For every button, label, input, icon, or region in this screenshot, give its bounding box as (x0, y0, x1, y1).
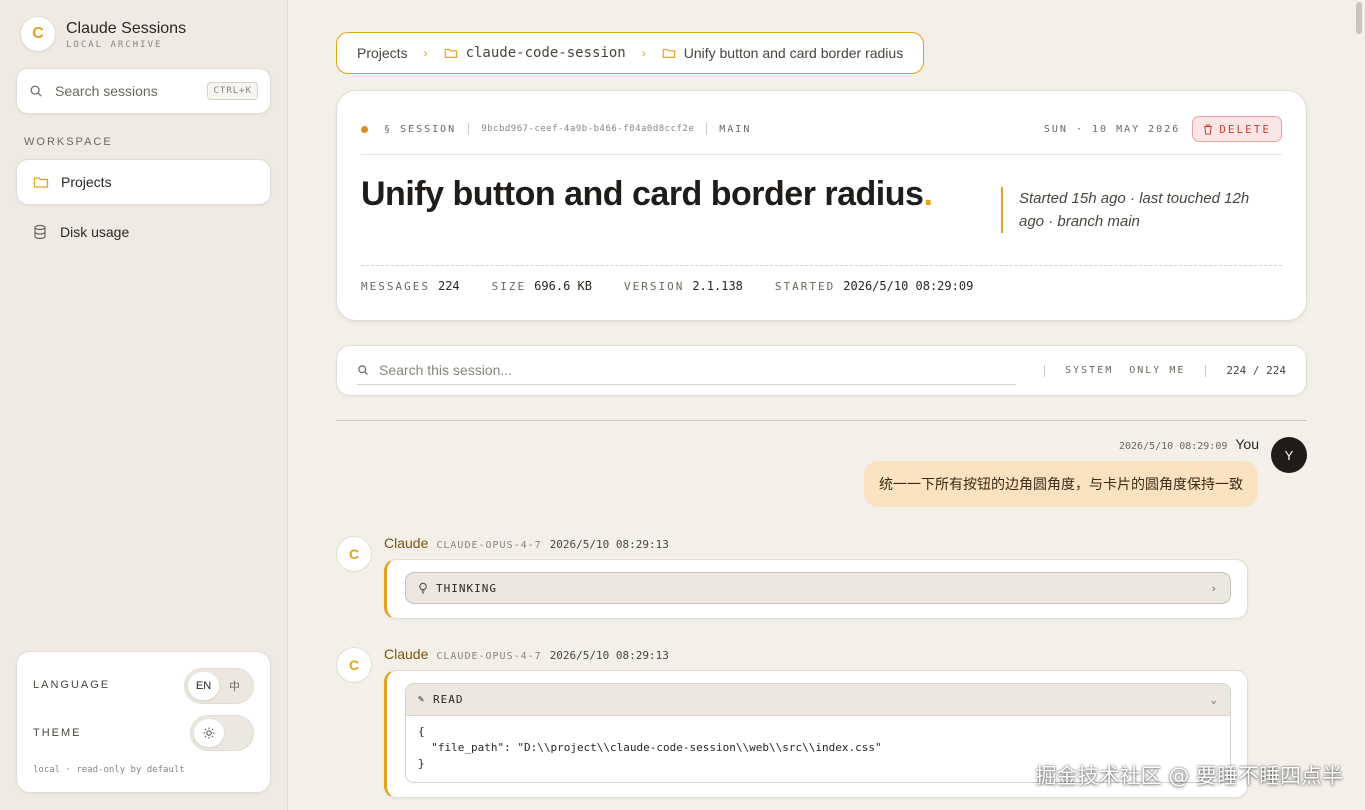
search-icon (30, 85, 42, 97)
sun-icon (194, 719, 224, 747)
theme-label: THEME (33, 727, 82, 739)
stat-size: SIZE 696.6 KB (491, 279, 592, 293)
breadcrumb: Projects › claude-code-session › Unify b… (336, 32, 925, 74)
lang-option-zh[interactable]: 中 (219, 672, 250, 700)
folder-icon (662, 48, 675, 58)
stat-started: STARTED 2026/5/10 08:29:09 (774, 279, 974, 293)
logo-icon: C (20, 16, 56, 52)
breadcrumb-project[interactable]: claude-code-session (466, 45, 626, 61)
user-message-header: 2026/5/10 08:29:09 You (1119, 436, 1259, 452)
chevron-down-icon: ⌄ (1210, 693, 1218, 706)
sidebar-item-label: Disk usage (60, 224, 130, 240)
stat-version: VERSION 2.1.138 (623, 279, 743, 293)
branch-name: MAIN (719, 123, 752, 135)
message-author: You (1235, 436, 1259, 452)
breadcrumb-root[interactable]: Projects (357, 45, 408, 61)
user-message-bubble: 统一一下所有按钮的边角圆角度，与卡片的圆角度保持一致 (864, 461, 1258, 507)
session-title-text: Unify button and card border radius (361, 175, 924, 213)
lang-option-en[interactable]: EN (188, 672, 219, 700)
model-name: CLAUDE-OPUS-4-7 (436, 540, 542, 551)
delete-button[interactable]: DELETE (1192, 116, 1282, 142)
session-aside: Started 15h ago · last touched 12h ago ·… (1001, 187, 1261, 233)
thinking-toggle[interactable]: THINKING › (405, 572, 1231, 604)
session-search-placeholder: Search this session... (379, 362, 513, 378)
watermark: 掘金技术社区 @ 要睡不睡四点半 (1035, 764, 1343, 788)
message-author: Claude (384, 646, 429, 662)
claude-avatar-icon: C (336, 536, 372, 572)
model-name: CLAUDE-OPUS-4-7 (436, 651, 542, 662)
chevron-right-icon: › (1210, 581, 1218, 595)
session-id: 9bcbd967-ceef-4a9b-b466-f04a0d8ccf2e (481, 124, 695, 134)
session-meta: § SESSION 9bcbd967-ceef-4a9b-b466-f04a0d… (361, 115, 1282, 143)
read-toggle[interactable]: ✎ READ ⌄ (406, 684, 1230, 716)
sidebar-item-label: Projects (61, 174, 112, 190)
chevron-right-icon: › (423, 46, 428, 60)
status-dot (361, 125, 368, 133)
session-title: Unify button and card border radius. (361, 175, 933, 214)
database-icon (34, 224, 46, 240)
chevron-right-icon: › (641, 46, 646, 60)
language-label: LANGUAGE (33, 679, 111, 691)
settings-panel: LANGUAGE EN 中 THEME local · read-only by… (16, 651, 271, 793)
session-header-card: § SESSION 9bcbd967-ceef-4a9b-b466-f04a0d… (336, 90, 1307, 321)
tool-icon: ✎ (418, 694, 426, 705)
block-label: THINKING (436, 581, 497, 595)
message-timestamp: 2026/5/10 08:29:13 (549, 538, 669, 551)
filter-only-me[interactable]: ONLY ME (1129, 365, 1185, 376)
shortcut-badge: CTRL+K (207, 82, 258, 100)
search-icon (358, 365, 368, 375)
scrollbar[interactable] (1356, 0, 1363, 810)
brand: C Claude Sessions LOCAL ARCHIVE (20, 16, 186, 52)
session-badge: § SESSION (384, 123, 457, 135)
stat-messages: MESSAGES 224 (361, 279, 460, 293)
folder-icon (33, 177, 49, 188)
theme-toggle[interactable] (190, 715, 254, 751)
title-accent: . (923, 175, 933, 213)
block-label: READ (433, 693, 464, 706)
app-title: Claude Sessions (66, 19, 187, 37)
session-search-input[interactable]: Search this session... (357, 357, 1017, 385)
breadcrumb-session: Unify button and card border radius (683, 45, 904, 61)
assistant-message-card: THINKING › (384, 559, 1248, 619)
assistant-message-header: Claude CLAUDE-OPUS-4-7 2026/5/10 08:29:1… (384, 535, 669, 551)
app-subtitle: LOCAL ARCHIVE (66, 39, 163, 50)
filter-system[interactable]: SYSTEM (1065, 365, 1113, 376)
sidebar-item-disk-usage[interactable]: Disk usage (16, 209, 271, 255)
avatar: Y (1271, 437, 1307, 473)
lightbulb-icon (419, 582, 427, 594)
delete-label: DELETE (1219, 122, 1271, 136)
sidebar-item-projects[interactable]: Projects (16, 159, 271, 205)
sidebar-search-input[interactable]: Search sessions CTRL+K (16, 68, 271, 114)
folder-icon (444, 48, 457, 58)
message-timestamp: 2026/5/10 08:29:13 (549, 649, 669, 662)
message-timestamp: 2026/5/10 08:29:09 (1119, 441, 1228, 452)
settings-footer: local · read-only by default (33, 765, 185, 775)
claude-avatar-icon: C (336, 647, 372, 683)
assistant-message-header: Claude CLAUDE-OPUS-4-7 2026/5/10 08:29:1… (384, 646, 669, 662)
message-author: Claude (384, 535, 429, 551)
sidebar: C Claude Sessions LOCAL ARCHIVE Search s… (0, 0, 288, 810)
search-placeholder: Search sessions (55, 83, 158, 99)
language-toggle[interactable]: EN 中 (184, 668, 254, 704)
session-date: SUN · 10 MAY 2026 (1043, 123, 1181, 135)
session-search-bar: Search this session... SYSTEM ONLY ME 22… (336, 345, 1307, 396)
trash-icon (1204, 124, 1213, 134)
message-count: 224 / 224 (1226, 364, 1286, 377)
session-stats: MESSAGES 224 SIZE 696.6 KB VERSION 2.1.138 … (361, 279, 1005, 293)
workspace-label: WORKSPACE (24, 136, 113, 148)
